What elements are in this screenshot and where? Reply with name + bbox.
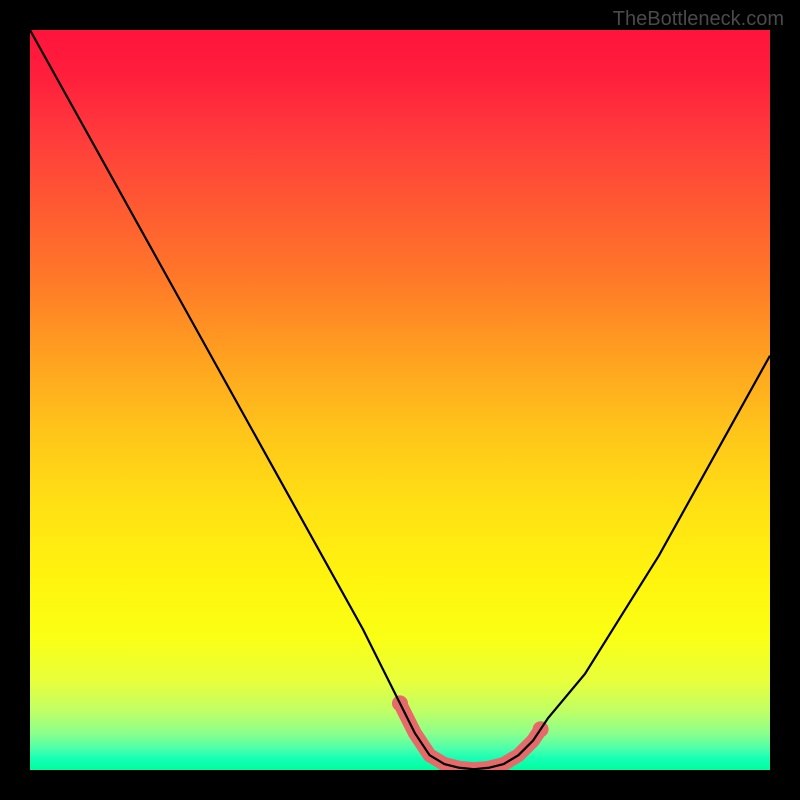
chart-container: TheBottleneck.com — [0, 0, 800, 800]
plot-area — [30, 30, 770, 770]
curve-layer — [30, 30, 770, 770]
main-curve-path — [30, 30, 770, 769]
highlight-band-path — [400, 703, 541, 769]
watermark-text: TheBottleneck.com — [613, 8, 784, 31]
